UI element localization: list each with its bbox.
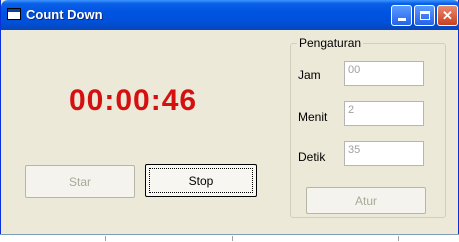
minimize-button[interactable] xyxy=(391,5,412,26)
close-icon: ✕ xyxy=(442,7,453,23)
maximize-button[interactable] xyxy=(414,5,435,26)
strip-divider xyxy=(105,236,106,241)
maximize-icon xyxy=(419,11,430,20)
app-window-icon[interactable] xyxy=(7,8,21,20)
set-button[interactable]: Atur xyxy=(306,187,426,214)
seconds-input[interactable]: 35 xyxy=(344,141,424,166)
hours-label: Jam xyxy=(298,68,321,82)
stop-button[interactable]: Stop xyxy=(145,164,257,197)
close-button[interactable]: ✕ xyxy=(437,5,458,26)
minimize-icon xyxy=(397,18,406,21)
count-down-window: Count Down ✕ 00:00:46 Star Stop Pengatur… xyxy=(0,0,459,234)
strip-divider xyxy=(232,236,233,241)
countdown-display: 00:00:46 xyxy=(69,84,198,117)
minutes-label: Menit xyxy=(298,110,328,124)
settings-group-label: Pengaturan xyxy=(297,36,364,50)
title-bar[interactable]: Count Down ✕ xyxy=(1,0,459,30)
window-title: Count Down xyxy=(26,7,103,22)
hours-input[interactable]: 00 xyxy=(344,61,424,86)
strip-divider xyxy=(398,236,399,241)
minutes-input[interactable]: 2 xyxy=(344,101,424,126)
start-button[interactable]: Star xyxy=(25,165,135,198)
seconds-label: Detik xyxy=(298,150,326,164)
